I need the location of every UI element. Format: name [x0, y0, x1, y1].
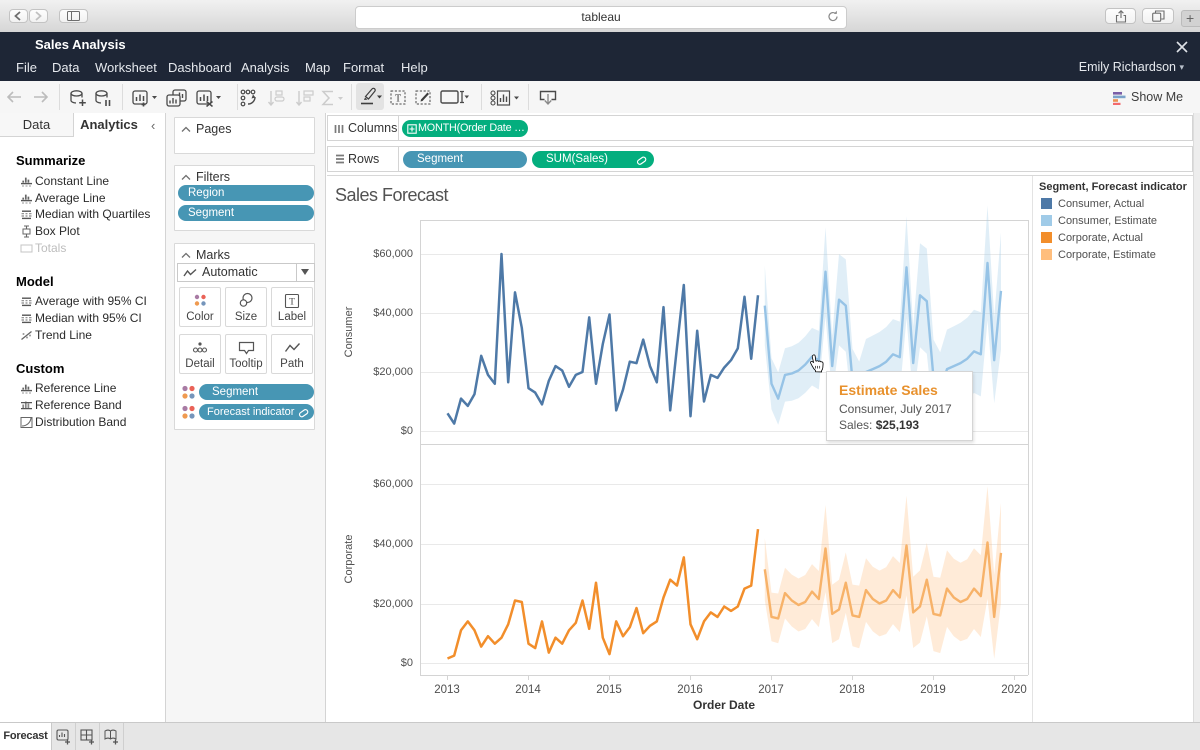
svg-text:T: T	[395, 94, 401, 105]
svg-text:T: T	[289, 298, 295, 308]
